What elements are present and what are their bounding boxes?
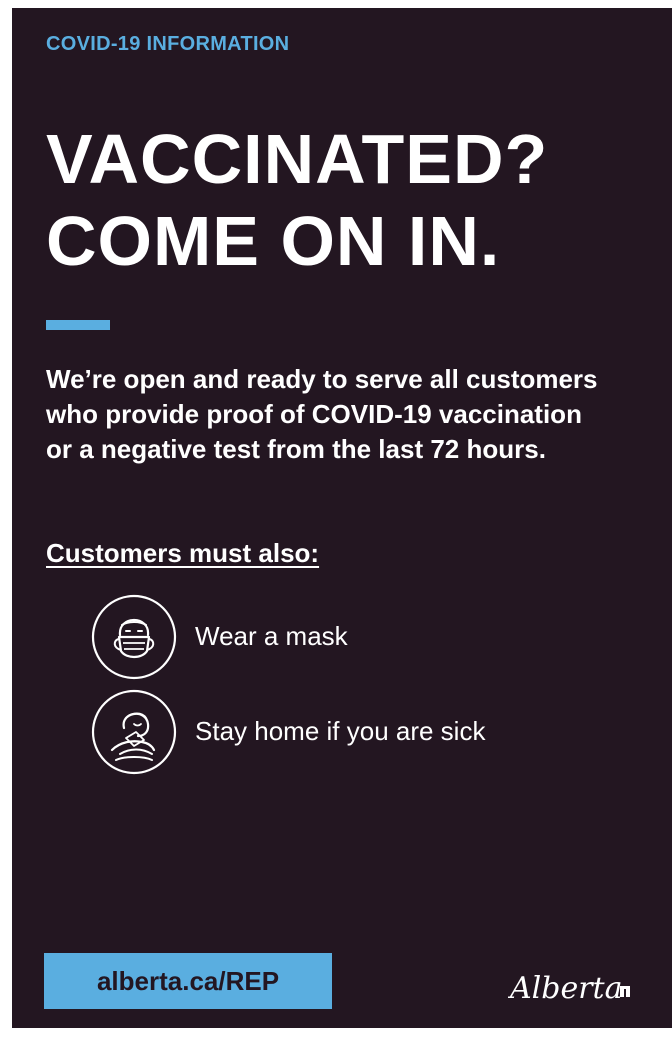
rule-label-stay-home: Stay home if you are sick (195, 716, 486, 746)
website-url[interactable]: alberta.ca/REP (44, 953, 332, 1009)
rule-wear-mask: Wear a mask (90, 593, 650, 683)
headline-line-1: VACCINATED? (46, 120, 549, 198)
eyebrow-label: COVID-19 INFORMATION (46, 33, 290, 55)
headline-line-2: COME ON IN. (46, 202, 501, 280)
headline: VACCINATED? COME ON IN. (46, 118, 672, 282)
poster: COVID-19 INFORMATION VACCINATED? COME ON… (12, 8, 672, 1028)
sick-person-icon (91, 689, 177, 775)
body-text: We’re open and ready to serve all custom… (46, 364, 598, 464)
customers-must-also-heading: Customers must also: (46, 538, 320, 568)
rule-label-mask: Wear a mask (195, 621, 348, 651)
alberta-logo: Alberta (508, 971, 630, 1006)
face-mask-icon (91, 594, 177, 680)
rule-stay-home: Stay home if you are sick (90, 688, 650, 778)
svg-text:Alberta: Alberta (508, 971, 623, 1006)
accent-bar (46, 320, 110, 330)
